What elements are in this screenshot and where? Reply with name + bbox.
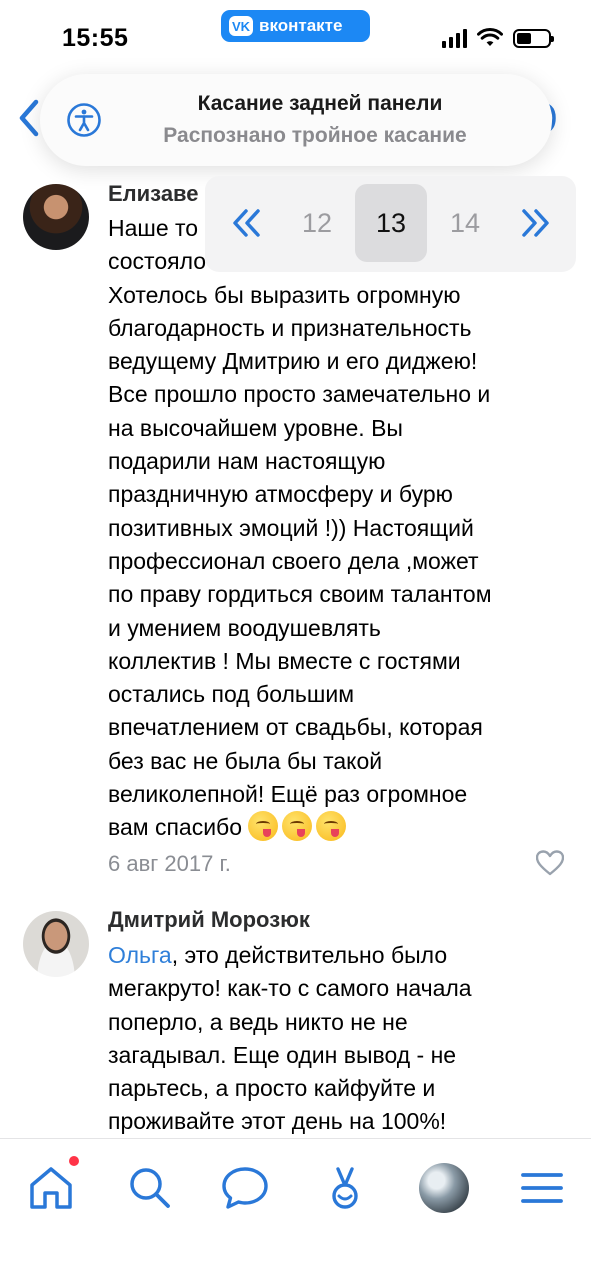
home-icon[interactable] [26,1163,76,1213]
mention-link[interactable]: Ольга [108,942,172,968]
comment-line-rest: , это действительно было [171,942,448,968]
comment-line: праздничную атмосферу и бурю [108,481,453,508]
comment-line: вам спасибо [108,814,243,841]
avatar[interactable] [23,911,89,977]
comment-line: профессионал своего дела ,может [108,547,479,574]
page-item-12[interactable]: 12 [281,184,353,262]
comment-line: благодарность и признательность [108,314,472,341]
comment-line: проживайте этот день на 100%! [108,1108,447,1135]
vk-logo-icon: VK [229,16,253,36]
comment-line: Ольга, это действительно было [108,939,578,972]
comment-text: Наше то состояло Хотелось бы выразить ог… [108,212,578,845]
messages-icon[interactable] [220,1163,270,1213]
profile-avatar[interactable] [419,1163,469,1213]
page-picker: 12 13 14 [205,176,576,272]
banner-title: Касание задней панели [197,92,443,115]
wifi-icon [477,28,503,46]
status-icons [442,28,554,48]
comment-line: остались под большим [108,681,355,708]
back-tap-banner: Касание задней панели Распознано тройное… [40,74,552,166]
face-savoring-food-emoji [282,811,313,842]
face-savoring-food-emoji [248,811,279,842]
notification-badge-dot [69,1156,79,1166]
bottom-tab-bar [0,1138,591,1280]
comment-line: позитивных эмоций !)) Настоящий [108,514,474,541]
comment-line: и умением воодушевлять [108,614,381,641]
comment-line: великолепной! Ещё раз огромное [108,781,468,808]
comment-line: впечатлением от свадьбы, которая [108,714,483,741]
status-bar: 15:55 VK вконтакте [0,0,591,70]
page-item-14[interactable]: 14 [429,184,501,262]
battery-icon [513,28,554,48]
comment-line: ведущему Дмитрию и его диджею! [108,348,478,375]
search-icon[interactable] [124,1163,174,1213]
banner-subtitle: Распознано тройное касание [163,124,467,147]
comment-line: мегакруто! как-то с самого начала [108,975,472,1002]
vk-app-label: вконтакте [259,16,343,35]
avatar[interactable] [23,184,89,250]
clips-icon[interactable] [320,1163,370,1213]
comment-line: парьтесь, а просто кайфуйте и [108,1075,436,1102]
comment-text: Ольга, это действительно было мегакруто!… [108,939,578,1139]
double-chevron-right-icon[interactable] [519,208,551,238]
comment-line: без вас не была бы такой [108,747,383,774]
comment-line: на высочайшем уровне. Вы [108,414,403,441]
menu-icon[interactable] [517,1163,567,1213]
comment-author[interactable]: Елизаве [108,181,199,207]
comment-date[interactable]: 6 авг 2017 г. [108,851,231,877]
accessibility-icon [67,103,101,137]
status-time: 15:55 [62,24,129,52]
like-heart-icon[interactable] [536,850,564,876]
comment-line-last: вам спасибо [108,811,578,844]
comment-line: подарили нам настоящую [108,448,386,475]
double-chevron-left-icon[interactable] [231,208,263,238]
cellular-signal-icon [442,28,467,48]
comment-author[interactable]: Дмитрий Морозюк [108,907,310,933]
vk-app-badge[interactable]: VK вконтакте [221,10,370,42]
comment-line: поперло, а ведь никто не не [108,1008,408,1035]
comment-line: Все прошло просто замечательно и [108,381,491,408]
comment-line: по праву гордиться своим талантом [108,581,492,608]
page-item-13-current[interactable]: 13 [355,184,427,262]
comment-line: Хотелось бы выразить огромную [108,281,461,308]
comment-line: коллектив ! Мы вместе с гостями [108,647,461,674]
face-savoring-food-emoji [316,811,347,842]
comment-line: загадывал. Еще один вывод - не [108,1041,457,1068]
